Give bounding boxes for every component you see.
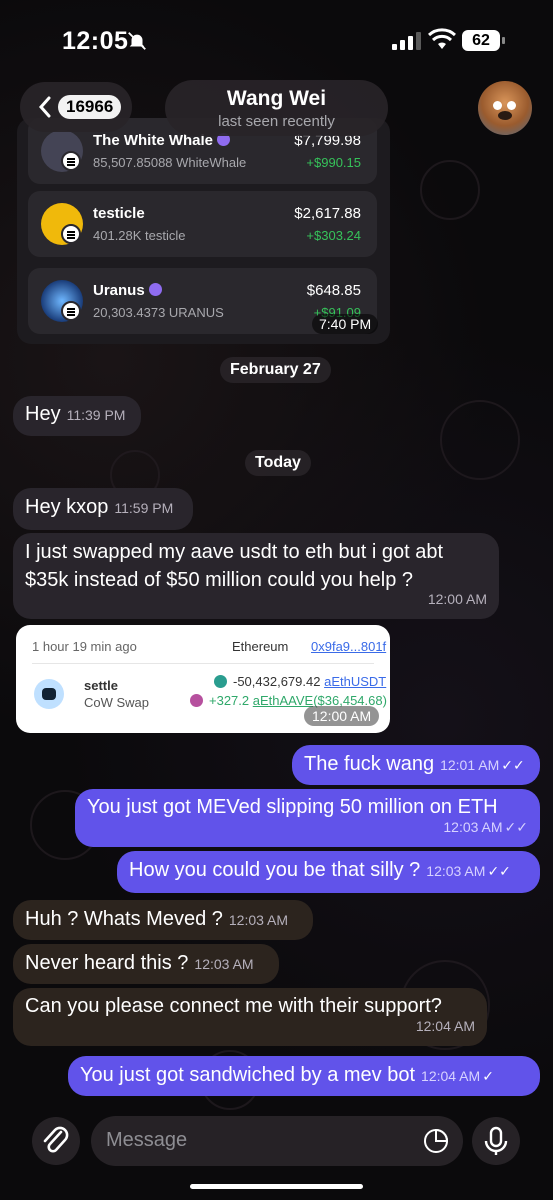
token-value: $2,617.88 — [294, 205, 361, 222]
wifi-icon — [428, 28, 456, 49]
double-check-icon: ✓✓ — [487, 863, 511, 879]
incoming-message[interactable]: Never heard this ? 12:03 AM — [13, 944, 279, 984]
incoming-message[interactable]: Huh ? Whats Meved ? 12:03 AM — [13, 900, 313, 940]
incoming-message[interactable]: Hey 11:39 PM — [13, 396, 141, 436]
chevron-left-icon — [38, 96, 51, 118]
cow-swap-icon — [34, 679, 64, 709]
double-check-icon: ✓✓ — [501, 757, 525, 773]
usdt-coin-icon — [214, 675, 227, 688]
message-text: Hey — [25, 403, 61, 425]
message-text: The fuck wang — [304, 753, 435, 775]
battery-indicator: 62 — [462, 30, 505, 51]
message-time: 11:39 PM — [66, 407, 126, 423]
tx-app: CoW Swap — [84, 695, 150, 710]
status-bar: 12:05 62 — [0, 0, 553, 80]
tx-hash-link[interactable]: 0x9fa9...801f — [311, 639, 386, 654]
message-time: 12:03 AM — [426, 863, 486, 879]
incoming-message[interactable]: Hey kxop 11:59 PM — [13, 488, 193, 530]
verified-badge-icon — [148, 283, 162, 296]
divider — [32, 663, 374, 664]
wallet-app-icon — [61, 224, 81, 244]
double-check-icon: ✓✓ — [504, 819, 528, 835]
message-time: 12:00 AM — [427, 591, 487, 607]
token-amount: 401.28K testicle — [93, 228, 186, 243]
message-time: 7:40 PM — [312, 314, 379, 334]
tx-out-line: -50,432,679.42 aEthUSDT — [214, 674, 386, 689]
token-gain: +$303.24 — [306, 228, 361, 243]
last-seen-status: last seen recently — [218, 113, 335, 130]
message-time: 12:04 AM — [421, 1068, 481, 1084]
cellular-signal-icon — [392, 32, 421, 50]
tx-label: settle — [84, 678, 118, 693]
outgoing-message[interactable]: The fuck wang 12:01 AM ✓✓ — [292, 745, 540, 785]
contact-avatar[interactable] — [478, 81, 532, 135]
single-check-icon: ✓ — [482, 1068, 494, 1084]
token-gain: +$990.15 — [306, 155, 361, 170]
back-button[interactable]: 16966 — [20, 82, 132, 132]
message-input[interactable]: Message — [91, 1116, 463, 1166]
token-amount: 85,507.85088 WhiteWhale — [93, 155, 247, 170]
home-indicator — [190, 1184, 363, 1189]
message-text: I just swapped my aave usdt to eth but i… — [25, 541, 444, 591]
message-placeholder: Message — [106, 1129, 188, 1151]
message-text: You just got MEVed slipping 50 million o… — [87, 796, 498, 818]
outgoing-message[interactable]: You just got sandwiched by a mev bot 12:0… — [68, 1056, 540, 1096]
message-time: 12:04 AM — [415, 1018, 475, 1034]
token-name: Uranus — [93, 282, 145, 299]
tx-chain: Ethereum — [232, 639, 289, 654]
token-amount: 20,303.4373 URANUS — [93, 305, 224, 320]
message-time: 12:03 AM — [194, 956, 254, 972]
message-text: You just got sandwiched by a mev bot — [80, 1064, 416, 1086]
message-text: Huh ? Whats Meved ? — [25, 908, 223, 930]
date-separator: Today — [245, 450, 311, 476]
tx-in-amount: +327.2 — [209, 693, 250, 708]
date-separator: February 27 — [220, 357, 331, 383]
token-value: $648.85 — [306, 282, 361, 299]
aave-coin-icon — [190, 694, 203, 707]
token-row[interactable]: testicle 401.28K testicle $2,617.88 +$30… — [28, 191, 377, 257]
silent-bell-icon — [128, 32, 146, 50]
contact-name: Wang Wei — [226, 87, 327, 110]
message-time: 11:59 PM — [114, 500, 174, 516]
wallet-token-card[interactable]: The White Whale 85,507.85088 WhiteWhale … — [17, 118, 390, 344]
message-text: Never heard this ? — [25, 952, 189, 974]
message-time: 12:03 AM — [443, 819, 503, 835]
tx-out-token-link[interactable]: aEthUSDT — [324, 674, 386, 689]
sticker-icon[interactable] — [423, 1128, 449, 1154]
message-time: 12:03 AM — [228, 912, 289, 928]
attach-button[interactable] — [32, 1117, 80, 1165]
unread-count-badge: 16966 — [58, 95, 122, 119]
incoming-message[interactable]: I just swapped my aave usdt to eth but i… — [13, 533, 499, 619]
message-time: 12:00 AM — [304, 706, 380, 726]
tx-out-amount: -50,432,679.42 — [233, 674, 321, 689]
wallet-app-icon — [61, 301, 81, 321]
tx-age: 1 hour 19 min ago — [32, 639, 137, 654]
incoming-message[interactable]: Can you please connect me with their sup… — [13, 988, 487, 1046]
token-name: testicle — [93, 205, 145, 222]
message-text: How you could you be that silly ? — [129, 859, 421, 881]
tx-in-token-link[interactable]: aEthAAVE — [253, 693, 313, 708]
status-time: 12:05 — [62, 27, 129, 55]
message-time: 12:01 AM — [440, 757, 500, 773]
paperclip-icon — [43, 1126, 69, 1153]
wallet-app-icon — [61, 151, 81, 171]
message-text: Hey kxop — [25, 496, 109, 518]
message-text: Can you please connect me with their sup… — [25, 995, 442, 1017]
outgoing-message[interactable]: You just got MEVed slipping 50 million o… — [75, 789, 540, 847]
chat-title[interactable]: Wang Wei last seen recently — [165, 80, 388, 136]
voice-record-button[interactable] — [472, 1117, 520, 1165]
outgoing-message[interactable]: How you could you be that silly ? 12:03 A… — [117, 851, 540, 893]
microphone-icon — [484, 1126, 508, 1155]
